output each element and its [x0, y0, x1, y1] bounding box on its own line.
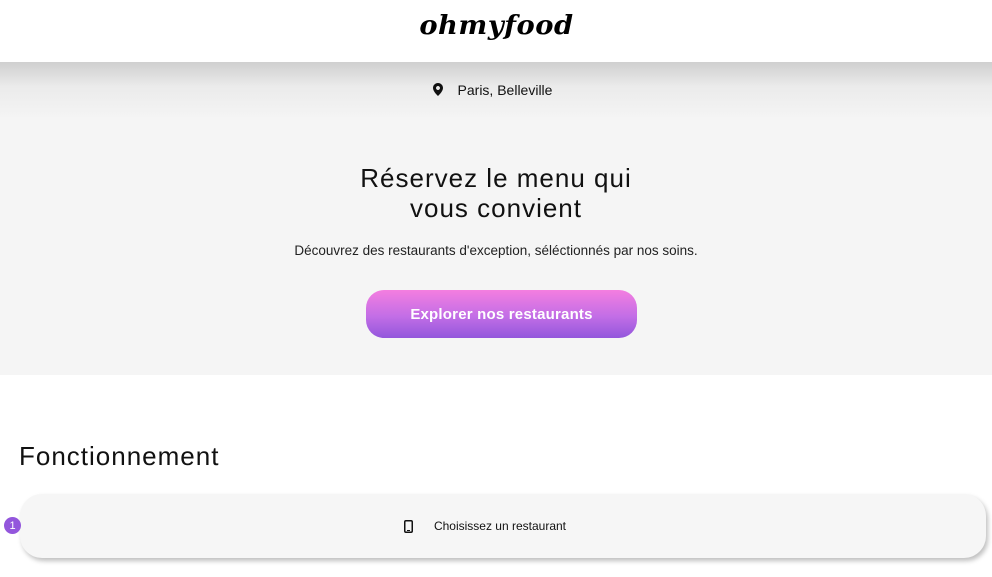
location-text: Paris, Belleville	[457, 81, 553, 98]
hero-title: Réservez le menu qui vous convient	[0, 163, 992, 223]
how-it-works-title: Fonctionnement	[19, 441, 220, 471]
step-card-choose-restaurant: Choisissez un restaurant	[20, 494, 986, 558]
location-pin-icon	[432, 83, 444, 97]
step-label: Choisissez un restaurant	[433, 519, 567, 533]
site-header: ohmyfood	[0, 0, 992, 62]
location-bar: Paris, Belleville	[0, 62, 992, 117]
ohmyfood-logo[interactable]: ohmyfood	[419, 11, 573, 41]
step-number-badge: 1	[4, 517, 21, 534]
mobile-phone-icon	[404, 519, 414, 533]
hero-subtitle: Découvrez des restaurants d'exception, s…	[294, 243, 698, 258]
hero-title-line-1: Réservez le menu qui	[360, 163, 632, 193]
hero-section: Réservez le menu qui vous convient Décou…	[0, 117, 992, 375]
explore-restaurants-button[interactable]: Explorer nos restaurants	[366, 290, 637, 338]
hero-title-line-2: vous convient	[410, 193, 582, 223]
